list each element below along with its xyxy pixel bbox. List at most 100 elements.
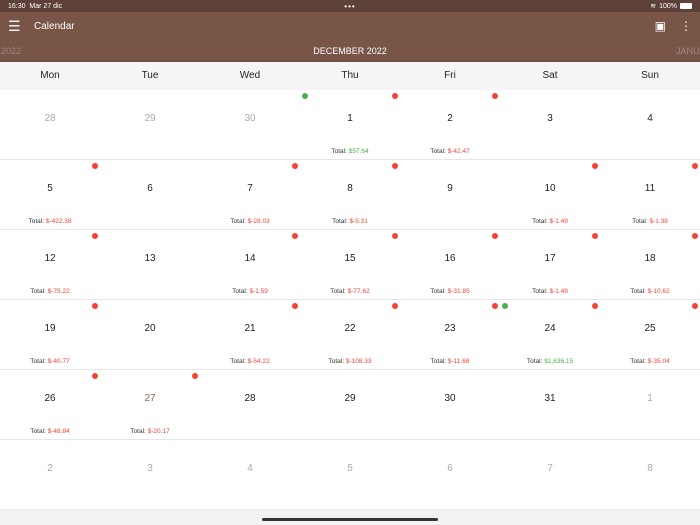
- day-cell[interactable]: 19 Total: $-40.77: [0, 300, 100, 369]
- day-cell[interactable]: 28: [0, 90, 100, 159]
- calendar-today-icon[interactable]: ▣: [655, 19, 666, 33]
- battery-percent: 100%: [659, 2, 677, 10]
- day-cell[interactable]: 7: [500, 440, 600, 509]
- day-cell[interactable]: 18 Total: $-10.62: [600, 230, 700, 299]
- prev-month[interactable]: BER 2022: [0, 46, 21, 56]
- total-value: $-422.38: [45, 218, 72, 225]
- total-label: Total:: [232, 288, 248, 295]
- home-indicator[interactable]: [262, 518, 438, 521]
- total-label: Total:: [230, 218, 246, 225]
- day-cell[interactable]: 1: [600, 370, 700, 439]
- total-value: $-75.22: [47, 288, 70, 295]
- day-number: 4: [647, 113, 653, 124]
- expense-dot-icon: [492, 233, 498, 239]
- total-label: Total:: [30, 358, 46, 365]
- day-cell[interactable]: 12 Total: $-75.22: [0, 230, 100, 299]
- total-value: $-42.47: [447, 148, 470, 155]
- total-label: Total:: [430, 288, 446, 295]
- expense-dot-icon: [292, 303, 298, 309]
- day-cell[interactable]: 4: [200, 440, 300, 509]
- day-number: 12: [44, 253, 56, 264]
- total-label: Total:: [331, 148, 347, 155]
- day-cell[interactable]: 6: [100, 160, 200, 229]
- wifi-icon: ≋: [650, 3, 657, 10]
- expense-dot-icon: [692, 163, 698, 169]
- day-cell[interactable]: 29: [100, 90, 200, 159]
- day-number: 15: [344, 253, 356, 264]
- day-cell[interactable]: 2: [0, 440, 100, 509]
- total-label: Total:: [28, 218, 45, 225]
- day-cell[interactable]: 15 Total: $-77.62: [300, 230, 400, 299]
- day-cell[interactable]: 14 Total: $-1.59: [200, 230, 300, 299]
- day-cell[interactable]: 11 Total: $-1.38: [600, 160, 700, 229]
- day-cell[interactable]: 20: [100, 300, 200, 369]
- day-cell[interactable]: 2 Total: $-42.47: [400, 90, 500, 159]
- expense-dot-icon: [92, 163, 98, 169]
- day-cell[interactable]: 9: [400, 160, 500, 229]
- day-cell[interactable]: 25 Total: $-35.04: [600, 300, 700, 369]
- day-cell[interactable]: 10 Total: $-1.49: [500, 160, 600, 229]
- weekday-header: Mon Tue Wed Thu Fri Sat Sun: [0, 62, 700, 90]
- day-number: 5: [47, 183, 53, 194]
- menu-icon[interactable]: ☰: [8, 18, 28, 35]
- day-cell[interactable]: 7 Total: $-28.03: [200, 160, 300, 229]
- day-cell[interactable]: 13: [100, 230, 200, 299]
- calendar-grid: 28 29 30 1 Total: $57.64 2 Total: $-42.47 3 4 5 To…: [0, 90, 700, 510]
- month-pager[interactable]: BER 2022 DECEMBER 2022 JANUAR: [0, 40, 700, 62]
- day-cell[interactable]: 1 Total: $57.64: [300, 90, 400, 159]
- day-cell[interactable]: 28: [200, 370, 300, 439]
- multitask-dots[interactable]: •••: [344, 2, 355, 11]
- day-cell[interactable]: 5: [300, 440, 400, 509]
- day-number: 19: [44, 323, 56, 334]
- total-value: $-35.04: [647, 358, 670, 365]
- weekday-tue: Tue: [141, 70, 159, 81]
- day-number: 17: [544, 253, 556, 264]
- day-cell[interactable]: 30: [200, 90, 300, 159]
- day-cell[interactable]: 5 Total: $-422.38: [0, 160, 100, 229]
- total-label: Total:: [630, 358, 646, 365]
- day-cell[interactable]: 31: [500, 370, 600, 439]
- day-cell[interactable]: 24 Total: $1,636.15: [500, 300, 600, 369]
- day-cell[interactable]: 30: [400, 370, 500, 439]
- day-cell[interactable]: 21 Total: $-54.22: [200, 300, 300, 369]
- total-value: $-1.38: [649, 218, 668, 225]
- day-number: 18: [644, 253, 656, 264]
- day-number: 3: [147, 463, 153, 474]
- day-number: 26: [44, 393, 56, 404]
- day-cell[interactable]: 8: [600, 440, 700, 509]
- day-cell[interactable]: 22 Total: $-108.33: [300, 300, 400, 369]
- day-cell[interactable]: 8 Total: $-5.31: [300, 160, 400, 229]
- day-number: 7: [247, 183, 253, 194]
- day-number: 20: [144, 323, 156, 334]
- day-cell[interactable]: 16 Total: $-31.85: [400, 230, 500, 299]
- day-number: 25: [644, 323, 656, 334]
- expense-dot-icon: [592, 163, 598, 169]
- day-number: 2: [47, 463, 53, 474]
- day-cell[interactable]: 27 Total: $-20.17: [100, 370, 200, 439]
- day-cell[interactable]: 4: [600, 90, 700, 159]
- day-cell[interactable]: 23 Total: $-11.68: [400, 300, 500, 369]
- status-bar: 16:30 Mar 27 dic ••• ≋ 100%: [0, 0, 700, 12]
- weekday-mon: Mon: [40, 70, 60, 81]
- next-month[interactable]: JANUAR: [676, 46, 700, 56]
- more-options-icon[interactable]: ⋮: [680, 19, 692, 33]
- income-dot-icon: [302, 93, 308, 99]
- total-label: Total:: [30, 288, 46, 295]
- day-cell[interactable]: 29: [300, 370, 400, 439]
- expense-dot-icon: [492, 93, 498, 99]
- total-value: $-28.03: [247, 218, 270, 225]
- weekday-thu: Thu: [341, 70, 359, 81]
- day-cell[interactable]: 6: [400, 440, 500, 509]
- day-total: Total: $-108.33: [300, 358, 400, 365]
- total-label: Total:: [332, 218, 348, 225]
- day-cell[interactable]: 26 Total: $-48.84: [0, 370, 100, 439]
- total-value: $-5.31: [349, 218, 368, 225]
- total-label: Total:: [328, 358, 345, 365]
- day-cell[interactable]: 3: [500, 90, 600, 159]
- day-number: 27: [144, 393, 156, 404]
- day-cell[interactable]: 3: [100, 440, 200, 509]
- total-value: $-11.68: [447, 358, 470, 365]
- status-time: 16:30: [8, 2, 26, 10]
- total-label: Total:: [526, 358, 543, 365]
- day-cell[interactable]: 17 Total: $-1.49: [500, 230, 600, 299]
